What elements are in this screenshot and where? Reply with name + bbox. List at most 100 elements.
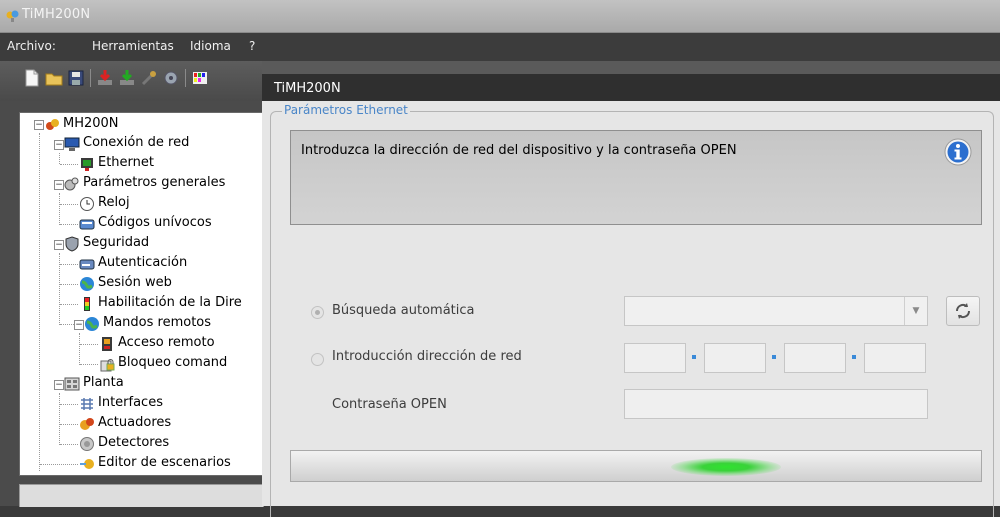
palette-icon[interactable] [191,69,209,87]
clock-icon [80,197,94,211]
tree-node-label: Seguridad [83,235,150,250]
tree-node-label: Interfaces [98,395,163,410]
tree-connector [60,264,78,265]
tree-connector [60,204,78,205]
window-title: TiMH200N [22,7,91,22]
tree-node-label: Acceso remoto [118,335,215,350]
left-bottom-panel [19,484,264,507]
tree-connector [40,464,78,465]
remote-access-icon [102,337,112,351]
tree-node-label: Parámetros generales [83,175,226,190]
tree-node-label: Habilitación de la Dire [98,295,242,310]
password-label: Contraseña OPEN [332,397,447,412]
progress-glow [671,458,781,476]
refresh-icon[interactable] [946,296,980,326]
ip-octet-3[interactable] [784,343,846,373]
tree-connector [60,224,78,225]
expander-minus[interactable]: − [54,380,64,390]
tree-connector [60,284,78,285]
tree-connector [59,193,60,225]
child-window-body: Parámetros Ethernet Introduzca la direcc… [262,101,1000,517]
ip-separator [852,355,856,359]
navigation-tree: − MH200N − Conexión de red Ethernet − Pa… [19,112,263,476]
tree-node-label: Conexión de red [83,135,190,150]
child-window-title: TiMH200N [274,81,341,96]
tree-node-label: Ethernet [98,155,154,170]
tree-connector [60,444,78,445]
tree-connector [60,164,78,165]
tree-node-label: Editor de escenarios [98,455,231,470]
tree-node-label: Planta [83,375,124,390]
toolbar-separator [90,69,91,87]
left-pane: − MH200N − Conexión de red Ethernet − Pa… [0,101,264,507]
expander-minus[interactable]: − [54,240,64,250]
app-icon [6,10,19,22]
scenario-editor-icon [80,459,94,469]
download-green-icon[interactable] [118,69,136,87]
detectors-icon [80,437,94,451]
tree-connector [80,364,98,365]
application-window: TiMH200N Archivo: Herramientas Idioma ? [0,0,1000,517]
expander-minus[interactable]: − [74,320,84,330]
tree-connector [60,304,78,305]
automatic-search-combo[interactable]: ▼ [624,296,928,326]
settings-icon[interactable] [162,69,180,87]
tree-connector [60,424,78,425]
group-title: Parámetros Ethernet [282,103,410,117]
download-red-icon[interactable] [96,69,114,87]
menu-bar: Archivo: Herramientas Idioma ? [0,33,1000,61]
tree-connector [59,153,60,164]
plant-icon [64,377,80,391]
new-file-icon[interactable] [23,69,41,87]
title-bar: TiMH200N [0,0,1000,33]
device-icon [46,119,59,130]
tree-node-label: Bloqueo comand [118,355,228,370]
tree-connector [60,324,74,325]
tree-connector [39,133,40,471]
tree-connector [79,333,80,365]
tree-node-label: Actuadores [98,415,172,430]
tree-node-label: Reloj [98,195,130,210]
info-icon [944,138,972,166]
tree-connector [80,344,98,345]
automatic-search-label: Búsqueda automática [332,303,475,318]
tree-node-label: Autenticación [98,255,188,270]
tree-node-label: Sesión web [98,275,172,290]
tree-node-label: Códigos unívocos [98,215,212,230]
expander-minus[interactable]: − [54,180,64,190]
menu-help[interactable]: ? [249,39,255,53]
interfaces-icon [81,398,93,410]
info-box: Introduzca la dirección de red del dispo… [290,130,982,225]
menu-idioma[interactable]: Idioma [190,39,231,53]
open-folder-icon[interactable] [45,69,63,87]
ip-octet-1[interactable] [624,343,686,373]
ethernet-icon [81,158,93,171]
tree-connector [60,404,78,405]
chevron-down-icon[interactable]: ▼ [904,297,927,325]
codes-icon [79,219,95,230]
password-field[interactable] [624,389,928,419]
activity-progress-bar [290,450,982,482]
radio-manual-address[interactable] [311,353,324,366]
expander-minus[interactable]: − [34,120,44,130]
ip-octet-2[interactable] [704,343,766,373]
tree-connector [59,393,60,445]
toolbar-separator [185,69,186,87]
tree-node-label: Detectores [98,435,170,450]
ip-octet-4[interactable] [864,343,926,373]
menu-herramientas[interactable]: Herramientas [92,39,174,53]
expander-minus[interactable]: − [54,140,64,150]
actuators-icon [80,418,94,430]
menu-archivo[interactable]: Archivo: [7,39,56,53]
gears-icon [64,177,79,191]
authentication-icon [79,259,95,270]
manual-address-label: Introducción dirección de red [332,349,522,364]
save-icon[interactable] [67,69,85,87]
child-window: TiMH200N Parámetros Ethernet Introduzca … [262,74,1000,517]
ip-separator [692,355,696,359]
tools-icon[interactable] [140,69,158,87]
radio-automatic-search[interactable] [311,306,324,319]
info-text: Introduzca la dirección de red del dispo… [301,143,737,158]
lock-command-icon [100,359,115,372]
shield-icon [65,236,79,252]
